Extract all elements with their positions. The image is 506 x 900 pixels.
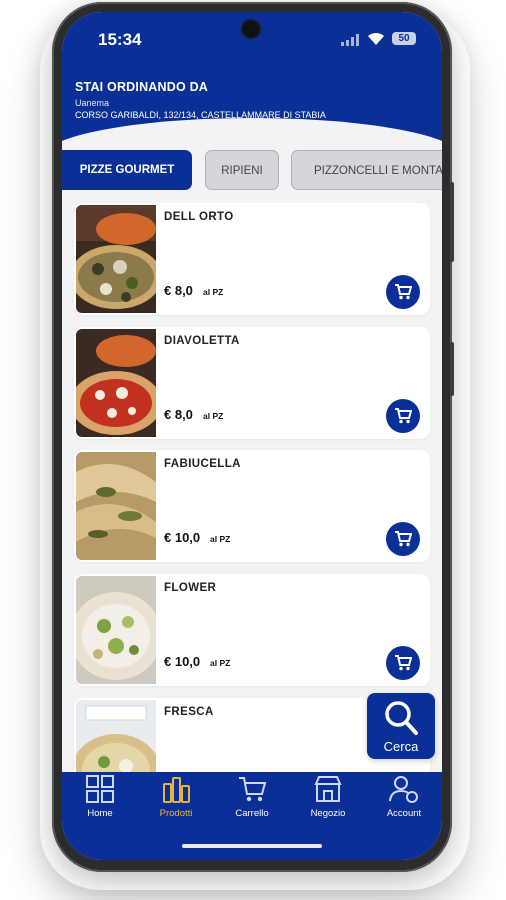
tab-ripieni[interactable]: RIPIENI	[205, 150, 279, 190]
wifi-icon	[368, 32, 384, 45]
account-icon	[389, 776, 418, 803]
search-label: Cerca	[383, 739, 419, 754]
cart-icon	[395, 531, 412, 547]
tab-pizze-gourmet[interactable]: PIZZE GOURMET	[62, 150, 192, 190]
add-to-cart-button[interactable]	[386, 522, 420, 556]
product-image	[76, 452, 156, 560]
power-button	[450, 342, 454, 396]
product-card[interactable]: FABIUCELLA € 10,0 al PZ	[74, 450, 430, 562]
product-name: FLOWER	[164, 582, 217, 594]
tab-pizzoncelli[interactable]: PIZZONCELLI E MONTANARE	[291, 150, 442, 190]
product-price: € 10,0	[164, 654, 201, 669]
nav-cart[interactable]: Carrello	[214, 772, 290, 842]
nav-label: Carrello	[235, 808, 269, 819]
product-name: FABIUCELLA	[164, 458, 241, 470]
product-unit: al PZ	[203, 287, 224, 297]
nav-label: Home	[87, 808, 113, 819]
category-tabs: PIZZE GOURMET RIPIENI PIZZONCELLI E MONT…	[62, 150, 442, 194]
status-bar: 15:34 50	[62, 12, 442, 58]
search-icon	[385, 701, 418, 735]
shop-name: Uanema	[75, 98, 110, 108]
cart-icon	[395, 408, 412, 424]
product-unit: al PZ	[210, 658, 231, 668]
add-to-cart-button[interactable]	[386, 399, 420, 433]
product-price: € 8,0	[164, 283, 193, 298]
nav-store[interactable]: Negozio	[290, 772, 366, 842]
nav-account[interactable]: Account	[366, 772, 442, 842]
home-grid-icon	[86, 775, 114, 803]
product-image	[76, 576, 156, 684]
product-unit: al PZ	[210, 534, 231, 544]
front-camera	[243, 21, 259, 37]
signal-icon	[341, 34, 359, 46]
nav-products[interactable]: Prodotti	[138, 772, 214, 842]
nav-label: Negozio	[310, 808, 346, 819]
search-button[interactable]: Cerca	[367, 693, 435, 759]
nav-home[interactable]: Home	[62, 772, 138, 842]
add-to-cart-button[interactable]	[386, 275, 420, 309]
product-card[interactable]: DELL ORTO € 8,0 al PZ	[74, 203, 430, 315]
app-screen: 15:34 50 STAI ORDINANDO DA Uanema CORSO …	[62, 12, 442, 860]
product-card[interactable]: FLOWER € 10,0 al PZ	[74, 574, 430, 686]
ordering-from-title: STAI ORDINANDO DA	[75, 80, 209, 94]
cart-icon	[395, 655, 412, 671]
nav-label: Account	[386, 808, 422, 819]
product-price: € 8,0	[164, 407, 193, 422]
product-unit: al PZ	[203, 411, 224, 421]
product-image	[76, 329, 156, 437]
nav-label: Prodotti	[159, 808, 193, 819]
product-name: DIAVOLETTA	[164, 335, 240, 347]
add-to-cart-button[interactable]	[386, 646, 420, 680]
product-image	[76, 205, 156, 313]
cart-icon	[395, 284, 412, 300]
product-name: FRESCA	[164, 706, 214, 718]
battery-indicator: 50	[392, 32, 416, 45]
product-price: € 10,0	[164, 530, 201, 545]
cart-icon	[239, 777, 267, 802]
products-icon	[163, 777, 190, 803]
home-indicator[interactable]	[182, 844, 322, 848]
volume-button	[450, 182, 454, 262]
status-time: 15:34	[98, 30, 142, 49]
store-icon	[314, 776, 342, 802]
product-card[interactable]: DIAVOLETTA € 8,0 al PZ	[74, 327, 430, 439]
product-name: DELL ORTO	[164, 211, 234, 223]
